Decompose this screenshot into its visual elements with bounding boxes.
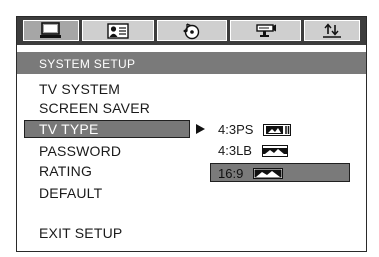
setup-tab-bar [17, 17, 366, 45]
menu-item-tv-type[interactable]: TV TYPE [24, 120, 190, 138]
option-16-9[interactable]: 16:9 [210, 163, 350, 182]
section-title: SYSTEM SETUP [39, 57, 136, 71]
menu-item-exit-setup[interactable]: EXIT SETUP [39, 225, 122, 241]
submenu-arrow-icon [196, 124, 205, 134]
menu-item-screen-saver[interactable]: SCREEN SAVER [39, 100, 150, 116]
section-title-bar: SYSTEM SETUP [17, 52, 366, 74]
pan-scan-icon [263, 123, 292, 136]
video-camera-icon [255, 24, 276, 37]
menu-item-password[interactable]: PASSWORD [39, 143, 121, 159]
menu-item-tv-system[interactable]: TV SYSTEM [39, 81, 120, 97]
option-4-3-lb[interactable]: 4:3LB [218, 142, 288, 158]
letterbox-icon [261, 144, 288, 157]
tab-language[interactable] [82, 20, 154, 41]
dvd-setup-screen: SYSTEM SETUP TV SYSTEM SCREEN SAVER TV T… [16, 16, 367, 252]
tab-video[interactable] [230, 20, 301, 41]
option-label: 4:3LB [218, 143, 252, 159]
tab-system[interactable] [23, 20, 79, 41]
option-4-3-ps[interactable]: 4:3PS [218, 121, 292, 138]
tab-preference[interactable] [304, 20, 360, 41]
option-label: 16:9 [218, 166, 244, 182]
preference-arrows-icon [323, 23, 341, 38]
audio-disc-icon [183, 23, 200, 40]
person-card-icon [107, 23, 129, 39]
tab-audio[interactable] [157, 20, 227, 41]
menu-item-rating[interactable]: RATING [39, 163, 92, 179]
option-label: 4:3PS [218, 122, 254, 138]
menu-item-default[interactable]: DEFAULT [39, 185, 102, 201]
monitor-icon [40, 22, 61, 38]
widescreen-icon [252, 168, 283, 180]
